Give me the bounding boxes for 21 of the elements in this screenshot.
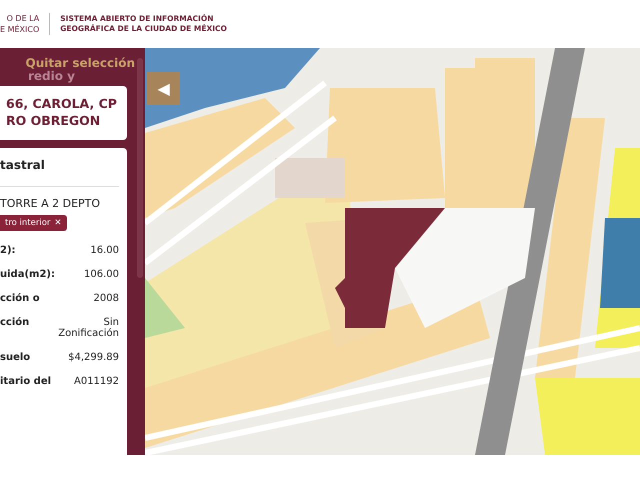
card-title: tastral: [0, 158, 119, 187]
field-value: Sin Zonificación: [57, 316, 119, 339]
field-label: cción: [0, 316, 30, 328]
field-value: $4,299.89: [68, 352, 119, 363]
field-value: A011192: [74, 376, 119, 387]
field-value: 106.00: [84, 268, 119, 280]
map-drawing[interactable]: [145, 48, 640, 455]
address-card: 66, CAROLA, CP RO OBREGON: [0, 86, 127, 140]
filter-chip[interactable]: tro interior ✕: [0, 214, 67, 231]
field-value: 2008: [94, 292, 119, 304]
field-value: 16.00: [90, 244, 119, 256]
field-label: cción o: [0, 292, 41, 304]
panel-heading: redio y: [28, 70, 76, 84]
card-description: TORRE A 2 DEPTO: [0, 196, 102, 210]
logo-text: O DE LA E MÉXICO: [0, 12, 50, 36]
field-label: 2):: [0, 244, 17, 256]
field-label: suelo: [0, 352, 32, 363]
clear-selection-link[interactable]: Quitar selección: [26, 48, 145, 70]
collapse-button[interactable]: ◀: [147, 72, 180, 105]
field-label: uida(m2):: [0, 268, 56, 280]
field-label: itario del: [0, 376, 52, 387]
